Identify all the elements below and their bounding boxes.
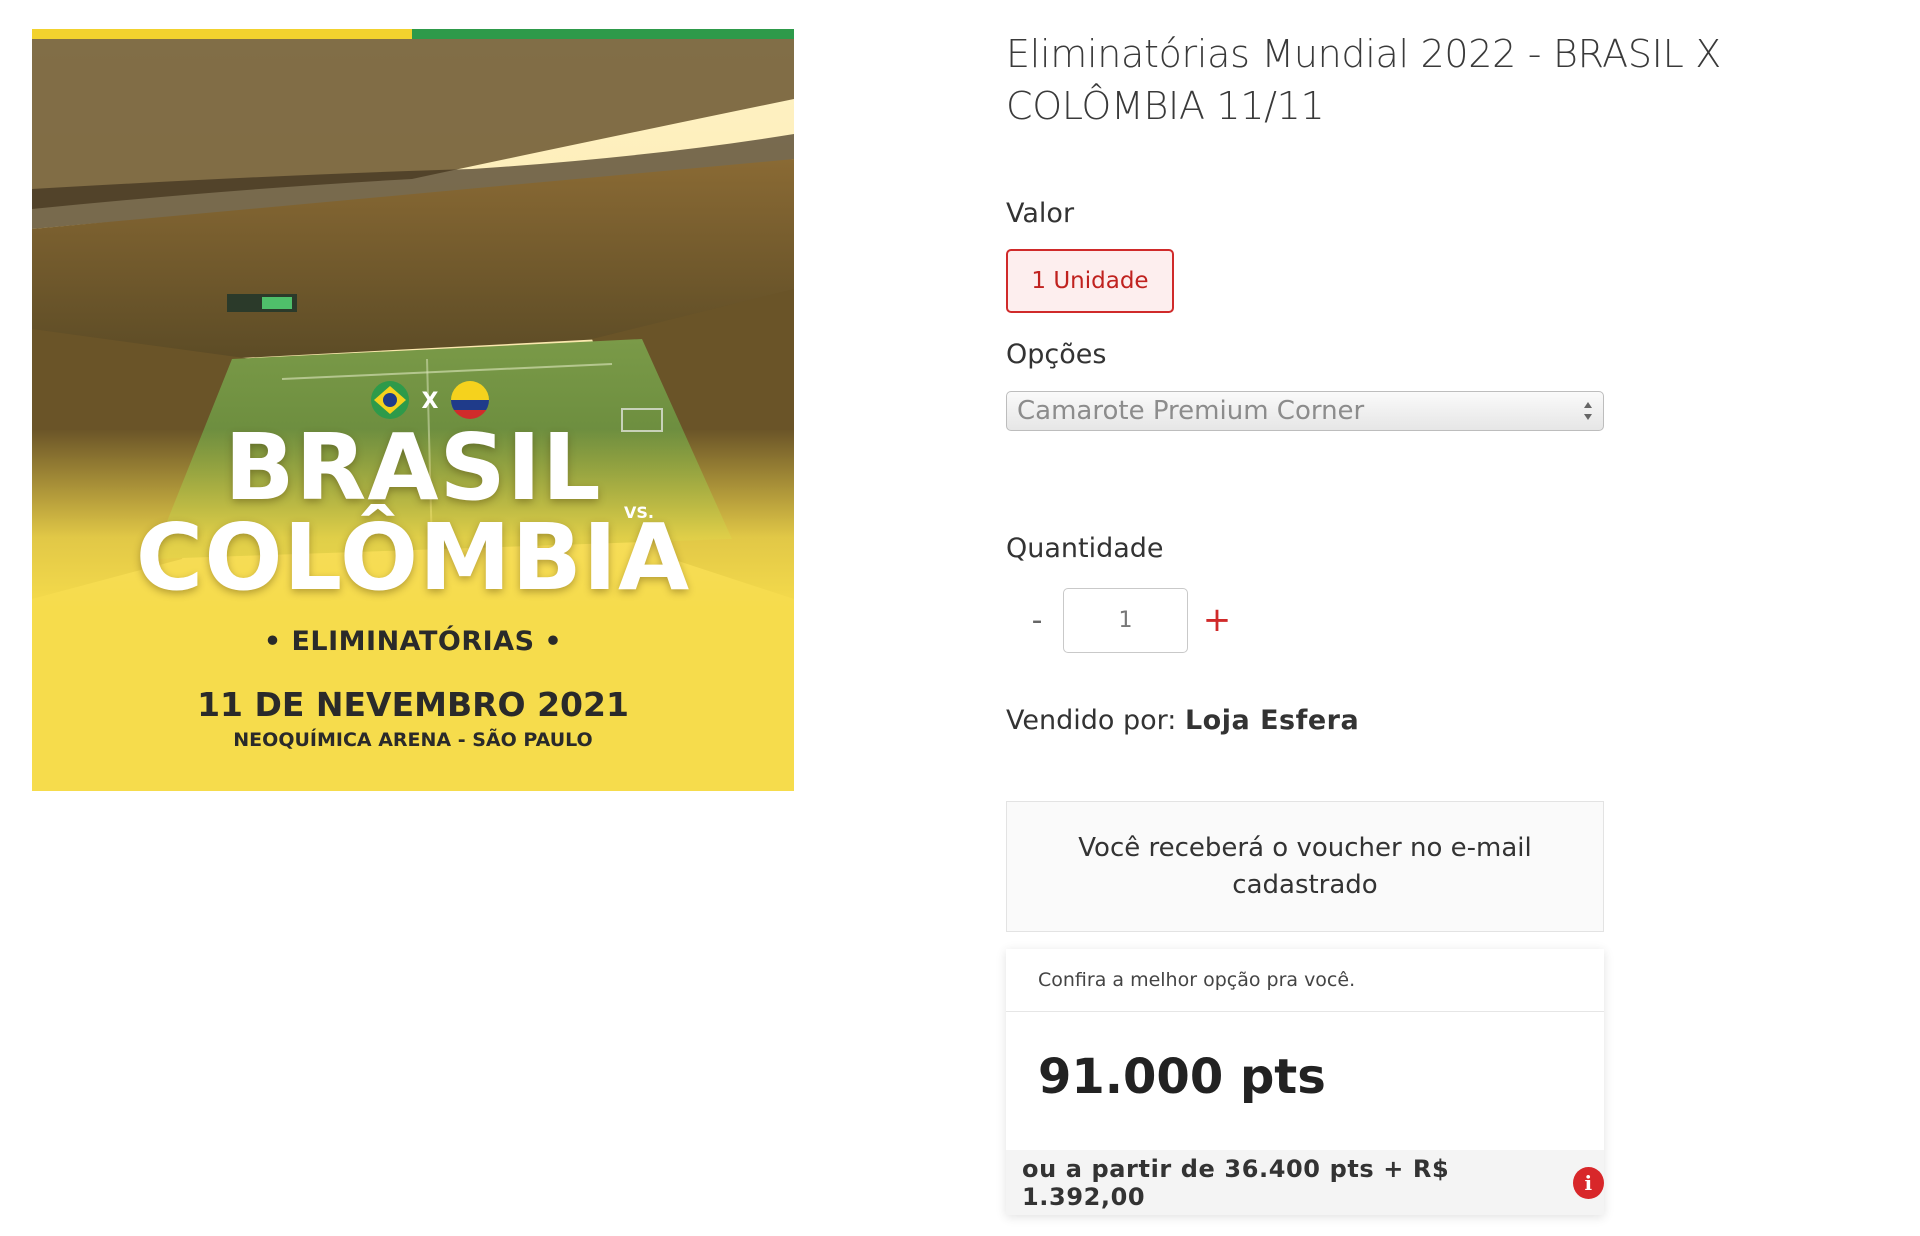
opcoes-label: Opções — [1006, 339, 1107, 370]
product-image: X BRASIL VS. COLÔMBIA • ELIMINATÓRIAS • … — [32, 29, 794, 791]
quantidade-label: Quantidade — [1006, 533, 1164, 564]
voucher-notice: Você receberá o voucher no e-mail cadast… — [1006, 801, 1604, 932]
poster-venue: NEOQUÍMICA ARENA - SÃO PAULO — [233, 729, 593, 751]
top-stripe-yellow — [32, 29, 412, 39]
seller-info: Vendido por: Loja Esfera — [1006, 705, 1359, 736]
product-title: Eliminatórias Mundial 2022 - BRASIL X CO… — [1006, 32, 1721, 128]
poster-date: 11 DE NEVEMBRO 2021 — [197, 685, 629, 724]
select-arrows-icon — [1584, 402, 1592, 420]
options-select[interactable]: Camarote Premium Corner — [1006, 391, 1604, 431]
seller-name: Loja Esfera — [1184, 705, 1360, 736]
price-points: 91.000 pts — [1038, 1049, 1326, 1105]
price-card-header: Confira a melhor opção pra você. — [1006, 949, 1604, 1012]
info-icon[interactable]: i — [1573, 1166, 1604, 1199]
voucher-message: Você receberá o voucher no e-mail cadast… — [1078, 832, 1532, 900]
seller-prefix: Vendido por: — [1006, 705, 1177, 736]
price-alternative-text: ou a partir de 36.400 pts + R$ 1.392,00 — [1022, 1154, 1450, 1211]
quantity-input[interactable] — [1063, 588, 1188, 653]
flags-separator: X — [422, 389, 439, 414]
unit-option-button[interactable]: 1 Unidade — [1006, 249, 1174, 313]
product-page: X BRASIL VS. COLÔMBIA • ELIMINATÓRIAS • … — [0, 0, 1920, 1236]
quantity-increase-button[interactable]: + — [1202, 600, 1232, 640]
poster-competition: • ELIMINATÓRIAS • — [263, 626, 563, 657]
price-alternative: ou a partir de 36.400 pts + R$ 1.392,00 … — [1006, 1150, 1604, 1215]
valor-label: Valor — [1006, 198, 1075, 229]
top-stripe-green — [412, 29, 794, 39]
options-select-value: Camarote Premium Corner — [1017, 396, 1365, 426]
poster-title-colombia: COLÔMBIA — [135, 504, 691, 611]
price-card: Confira a melhor opção pra você. 91.000 … — [1006, 949, 1604, 1215]
quantity-decrease-button[interactable]: - — [1024, 600, 1050, 640]
